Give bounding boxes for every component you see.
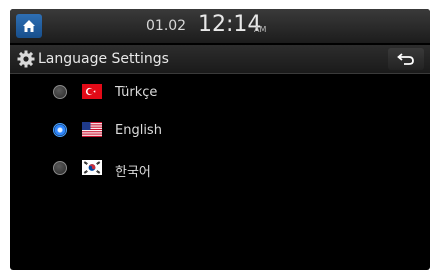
korea-flag-icon bbox=[82, 160, 102, 175]
date-display: 01.02 bbox=[146, 18, 187, 34]
head-unit-screen: 01.02 12:14 AM Language Settings Türkçe … bbox=[10, 9, 430, 270]
language-option-english[interactable]: English bbox=[10, 112, 430, 150]
usa-flag-icon bbox=[82, 122, 102, 137]
title-bar: Language Settings bbox=[10, 45, 430, 74]
time-display: 12:14 bbox=[198, 12, 262, 37]
page-title: Language Settings bbox=[38, 51, 169, 67]
home-button[interactable] bbox=[16, 14, 42, 38]
radio-button-selected[interactable] bbox=[53, 123, 67, 137]
language-label: English bbox=[115, 123, 162, 138]
language-option-turkish[interactable]: Türkçe bbox=[10, 74, 430, 112]
gear-icon bbox=[17, 50, 35, 68]
radio-button[interactable] bbox=[53, 161, 67, 175]
ampm-indicator: AM bbox=[254, 25, 267, 34]
language-list: Türkçe English 한국어 bbox=[10, 74, 430, 188]
radio-button[interactable] bbox=[53, 85, 67, 99]
home-icon bbox=[23, 20, 35, 32]
language-option-korean[interactable]: 한국어 bbox=[10, 150, 430, 188]
turkey-flag-icon bbox=[82, 84, 102, 99]
back-button[interactable] bbox=[388, 48, 424, 70]
back-arrow-icon bbox=[397, 53, 414, 65]
status-bar: 01.02 12:14 AM bbox=[10, 9, 430, 43]
language-label: 한국어 bbox=[115, 165, 151, 180]
language-label: Türkçe bbox=[115, 85, 158, 100]
